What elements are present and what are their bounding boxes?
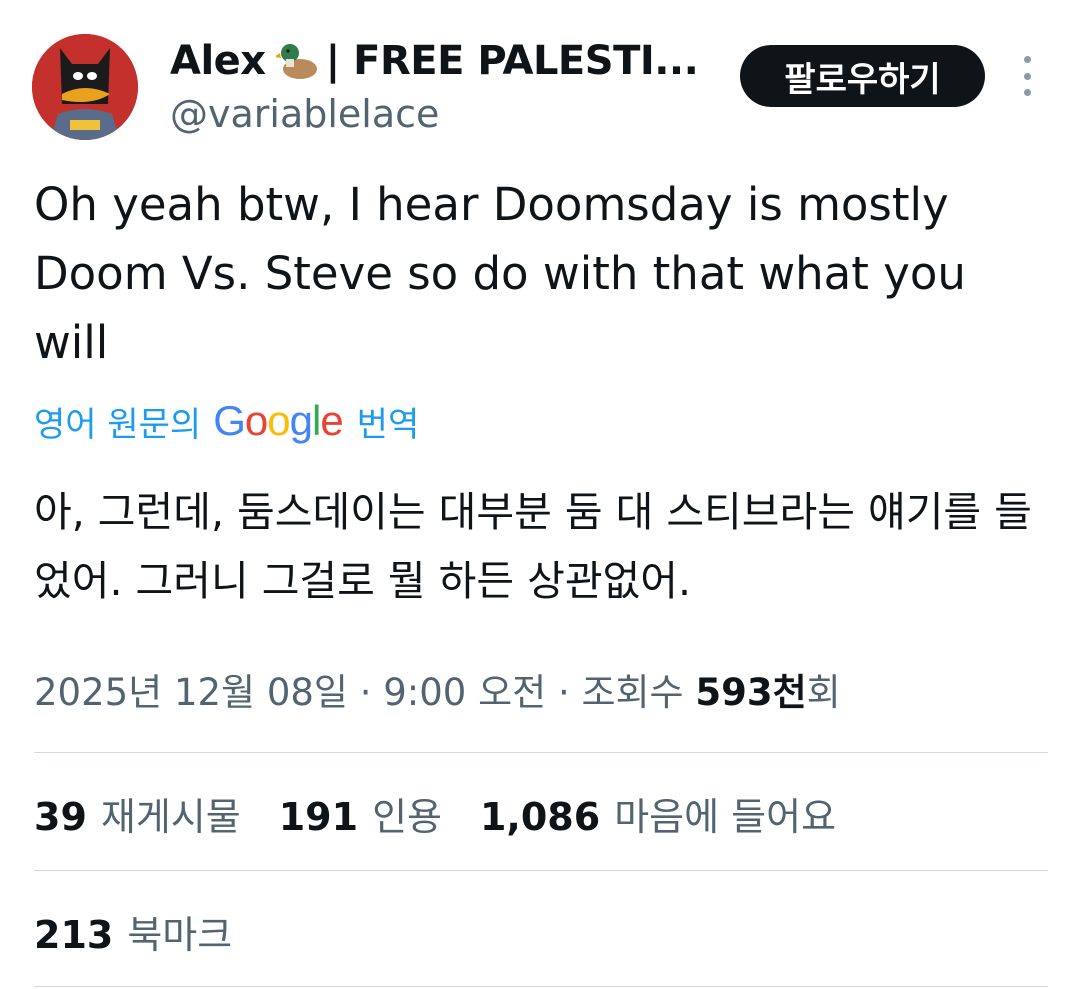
likes-label: 마음에 들어요: [614, 795, 837, 839]
tweet-datetime[interactable]: 2025년 12월 08일 · 9:00 오전 · 조회수: [34, 671, 695, 714]
author-name: Alex: [170, 38, 266, 84]
reposts-stat[interactable]: 39 재게시물: [34, 786, 241, 841]
bookmarks-count: 213: [34, 913, 114, 957]
display-name[interactable]: Alex | FREE PALESTI...: [170, 36, 699, 86]
divider: [34, 870, 1048, 871]
divider: [34, 986, 1048, 987]
view-count-suffix: 회: [806, 671, 841, 714]
translation-suffix: 번역: [356, 404, 420, 445]
duck-emoji-icon: [275, 44, 317, 79]
quotes-label: 인용: [372, 795, 442, 839]
likes-count: 1,086: [479, 795, 601, 839]
quotes-count: 191: [278, 795, 359, 839]
follow-button[interactable]: 팔로우하기: [740, 45, 985, 107]
reposts-count: 39: [34, 795, 87, 839]
translated-text: 아, 그런데, 둠스데이는 대부분 둠 대 스티브라는 얘기를 들었어. 그러니…: [34, 488, 1032, 605]
quotes-stat[interactable]: 191 인용: [279, 786, 442, 841]
author-name-suffix: | FREE PALESTI...: [325, 38, 699, 84]
reposts-label: 재게시물: [100, 795, 241, 839]
avatar[interactable]: [32, 34, 138, 140]
view-count: 593천: [695, 671, 807, 714]
more-vertical-icon[interactable]: [1012, 56, 1042, 96]
batman-duck-avatar: [32, 34, 138, 140]
tweet-text: Oh yeah btw, I hear Doomsday is mostly D…: [34, 178, 966, 369]
bookmarks-stat[interactable]: 213 북마크: [34, 904, 232, 959]
more-dot: [1023, 56, 1031, 63]
more-dot: [1023, 72, 1031, 80]
translation-prefix: 영어 원문의: [34, 404, 202, 445]
more-dot: [1023, 89, 1031, 96]
likes-stat[interactable]: 1,086 마음에 들어요: [480, 786, 836, 841]
author-handle[interactable]: @variablelace: [170, 92, 439, 136]
google-logo: Google: [213, 397, 343, 444]
tweet-meta: 2025년 12월 08일 · 9:00 오전 · 조회수 593천회: [34, 662, 841, 716]
engagement-stats: 39 재게시물 191 인용 1,086 마음에 들어요: [34, 786, 874, 841]
divider: [34, 752, 1048, 753]
translation-link[interactable]: 영어 원문의 Google 번역: [34, 396, 419, 446]
bookmarks-label: 북마크: [127, 913, 233, 957]
